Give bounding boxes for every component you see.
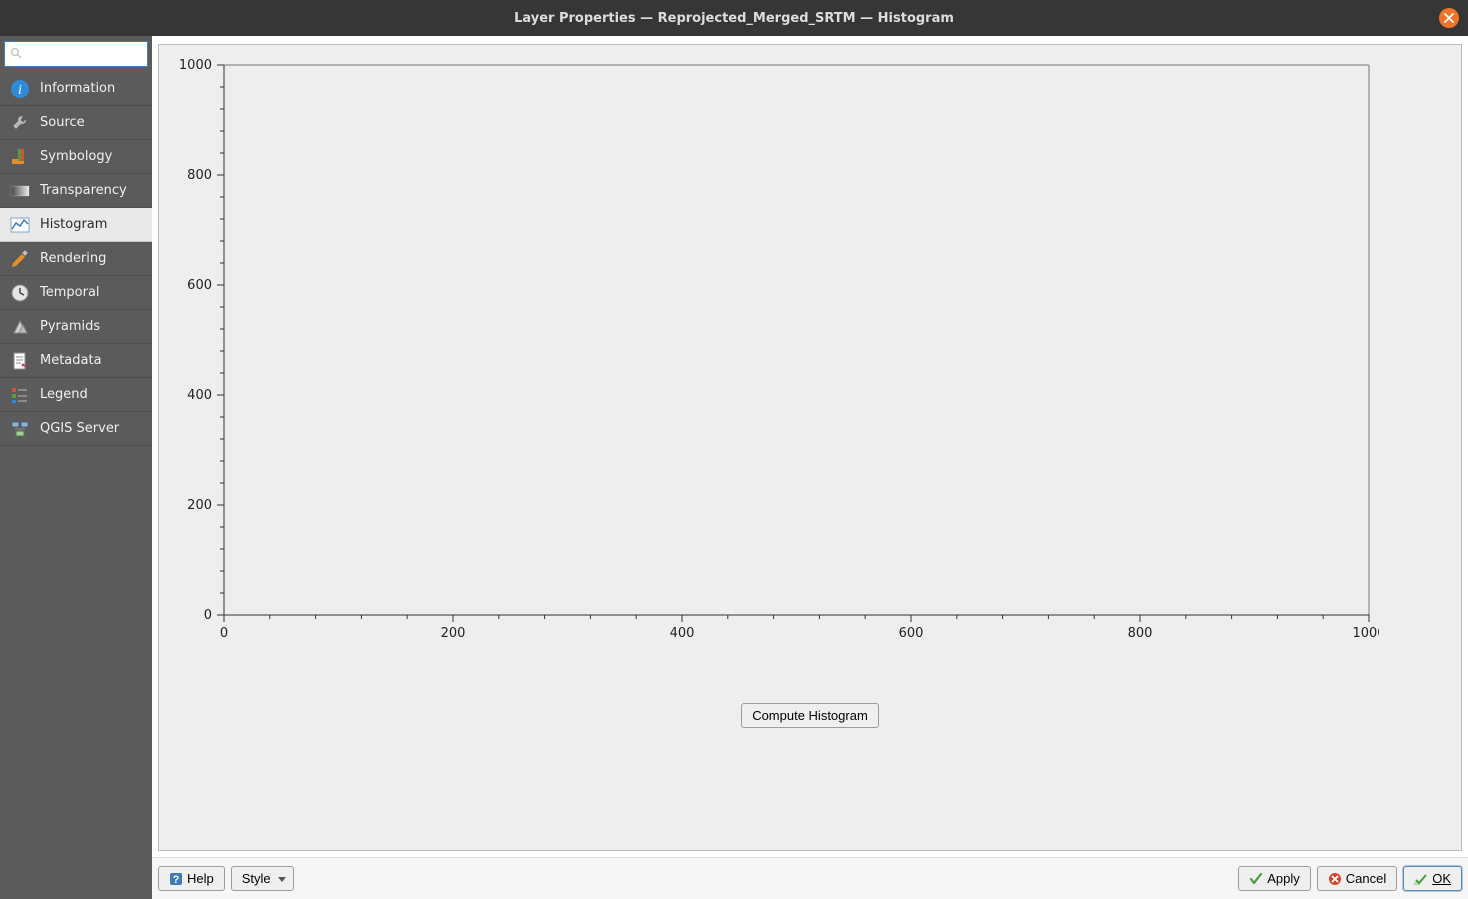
sidebar-item-information[interactable]: i Information (0, 72, 152, 106)
close-button[interactable] (1439, 8, 1459, 28)
sidebar-item-qgis-server[interactable]: QGIS Server (0, 412, 152, 446)
svg-text:200: 200 (187, 498, 212, 513)
server-icon (10, 419, 30, 439)
sidebar-item-label: Pyramids (40, 319, 100, 334)
sidebar-item-label: Metadata (40, 353, 102, 368)
histogram-panel: 0 200 400 600 800 1000 0 200 400 600 800 1000 Compu… (158, 44, 1462, 851)
sidebar-item-metadata[interactable]: Metadata (0, 344, 152, 378)
svg-text:i: i (18, 83, 22, 98)
sidebar-item-transparency[interactable]: Transparency (0, 174, 152, 208)
sidebar-item-label: Transparency (40, 183, 127, 198)
style-button[interactable]: Style (231, 866, 294, 891)
cancel-label: Cancel (1346, 871, 1386, 886)
window-title: Layer Properties — Reprojected_Merged_SR… (514, 11, 954, 26)
apply-button[interactable]: Apply (1238, 866, 1311, 891)
ok-icon (1414, 872, 1428, 886)
sidebar-item-label: Symbology (40, 149, 112, 164)
ok-button[interactable]: OK (1403, 866, 1462, 891)
svg-text:200: 200 (441, 626, 466, 641)
style-label: Style (242, 871, 271, 886)
paint-icon (10, 147, 30, 167)
search-wrap (0, 36, 152, 72)
doc-icon (10, 351, 30, 371)
close-icon (1444, 13, 1454, 23)
sidebar-item-label: Source (40, 115, 85, 130)
histogram-icon (10, 215, 30, 235)
legend-icon (10, 385, 30, 405)
svg-text:0: 0 (204, 608, 212, 623)
svg-text:400: 400 (670, 626, 695, 641)
sidebar-item-label: Rendering (40, 251, 106, 266)
pyramids-icon (10, 317, 30, 337)
sidebar-item-histogram[interactable]: Histogram (0, 208, 152, 242)
compute-wrap: Compute Histogram (159, 655, 1461, 728)
sidebar-item-temporal[interactable]: Temporal (0, 276, 152, 310)
svg-text:400: 400 (187, 388, 212, 403)
svg-text:1000: 1000 (1352, 626, 1379, 641)
sidebar-item-label: Histogram (40, 217, 107, 232)
svg-text:800: 800 (187, 168, 212, 183)
check-icon (1249, 872, 1263, 886)
wrench-icon (10, 113, 30, 133)
search-icon (10, 47, 22, 59)
sidebar-item-symbology[interactable]: Symbology (0, 140, 152, 174)
help-icon: ? (169, 872, 183, 886)
svg-text:1000: 1000 (179, 58, 212, 73)
sidebar-item-legend[interactable]: Legend (0, 378, 152, 412)
brush-icon (10, 249, 30, 269)
info-icon: i (10, 79, 30, 99)
search-input[interactable] (4, 41, 148, 67)
clock-icon (10, 283, 30, 303)
svg-text:?: ? (173, 874, 180, 886)
button-bar: ? Help Style Apply Cancel (152, 857, 1468, 899)
svg-text:800: 800 (1128, 626, 1153, 641)
sidebar-item-source[interactable]: Source (0, 106, 152, 140)
titlebar: Layer Properties — Reprojected_Merged_SR… (0, 0, 1468, 36)
sidebar-item-label: Information (40, 81, 115, 96)
sidebar-item-label: QGIS Server (40, 421, 119, 436)
svg-text:0: 0 (220, 626, 228, 641)
apply-label: Apply (1267, 871, 1300, 886)
main-panel: 0 200 400 600 800 1000 0 200 400 600 800 1000 Compu… (152, 36, 1468, 899)
svg-text:600: 600 (187, 278, 212, 293)
histogram-chart: 0 200 400 600 800 1000 0 200 400 600 800 1000 (159, 45, 1461, 655)
sidebar-item-pyramids[interactable]: Pyramids (0, 310, 152, 344)
sidebar-item-label: Legend (40, 387, 88, 402)
body: i Information Source Symbology Transpare… (0, 36, 1468, 899)
cancel-icon (1328, 872, 1342, 886)
cancel-button[interactable]: Cancel (1317, 866, 1397, 891)
svg-text:600: 600 (899, 626, 924, 641)
sidebar: i Information Source Symbology Transpare… (0, 36, 152, 899)
sidebar-item-rendering[interactable]: Rendering (0, 242, 152, 276)
help-button[interactable]: ? Help (158, 866, 225, 891)
ok-label: OK (1432, 871, 1451, 886)
compute-histogram-button[interactable]: Compute Histogram (741, 703, 879, 728)
sidebar-item-label: Temporal (40, 285, 100, 300)
compute-histogram-label: Compute Histogram (752, 708, 868, 723)
help-label: Help (187, 871, 214, 886)
transparency-icon (10, 181, 30, 201)
